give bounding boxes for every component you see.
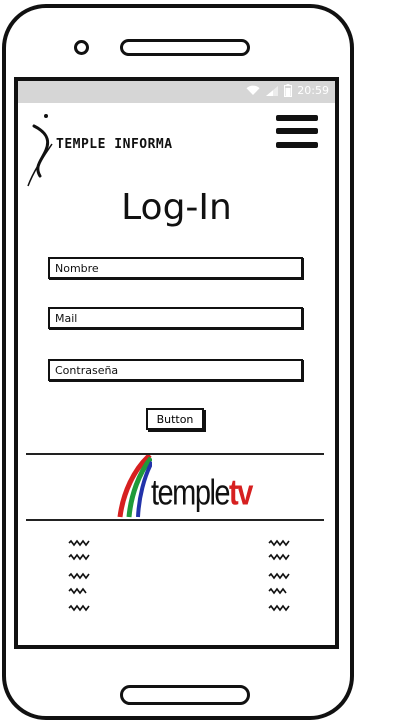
speaker-grille: [120, 39, 250, 56]
email-field[interactable]: [48, 307, 303, 329]
wifi-icon: [246, 85, 260, 95]
status-time: 20:59: [297, 84, 329, 97]
footer-link-left-3[interactable]: [68, 572, 92, 580]
name-field[interactable]: [48, 257, 303, 279]
templetv-wordmark: templetv: [151, 473, 253, 514]
home-button[interactable]: [120, 685, 250, 705]
submit-button[interactable]: Button: [146, 408, 204, 430]
footer-link-right-4[interactable]: [268, 587, 288, 595]
footer-link-left-2[interactable]: [68, 553, 92, 561]
camera-icon: [74, 40, 89, 55]
brand-name: TEMPLE INFORMA: [56, 137, 173, 152]
footer-link-left-4[interactable]: [68, 587, 88, 595]
divider-bottom: [26, 519, 324, 521]
hamburger-menu-icon[interactable]: [276, 115, 318, 149]
screen: 20:59 TEMPLE INFORMA Log-In Button templ…: [14, 77, 339, 649]
templetv-logo-icon: [117, 455, 152, 518]
footer-link-left-5[interactable]: [68, 604, 92, 612]
footer-link-right-3[interactable]: [268, 572, 292, 580]
templetv-suffix: tv: [229, 473, 253, 513]
password-field[interactable]: [48, 359, 303, 381]
battery-icon: [284, 84, 293, 97]
temple-informa-logo-icon: [27, 114, 53, 187]
status-bar: 20:59: [18, 81, 335, 103]
signal-icon: [266, 85, 279, 96]
page-title: Log-In: [121, 187, 232, 228]
templetv-prefix: temple: [151, 473, 231, 513]
footer-link-left-1[interactable]: [68, 539, 92, 547]
footer-link-right-2[interactable]: [268, 553, 292, 561]
footer-link-right-5[interactable]: [268, 604, 292, 612]
divider-top: [26, 453, 324, 455]
footer-link-right-1[interactable]: [268, 539, 292, 547]
